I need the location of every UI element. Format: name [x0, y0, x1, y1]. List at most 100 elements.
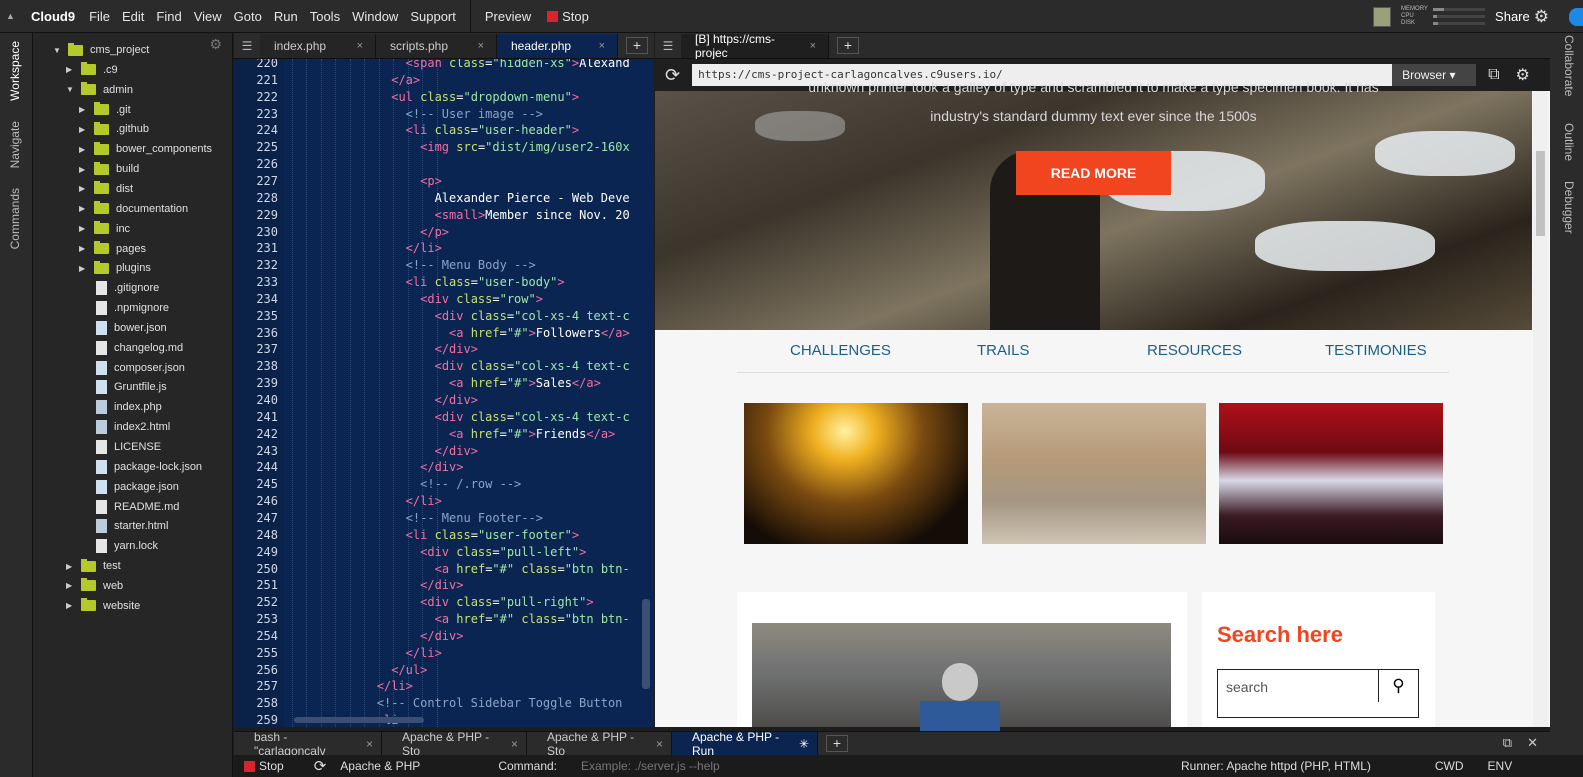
restart-icon[interactable]: ⟳ [314, 757, 327, 775]
collapse-icon[interactable]: ▲ [6, 11, 15, 21]
tab-workspace[interactable]: Workspace [8, 41, 22, 101]
close-icon[interactable]: × [511, 737, 518, 751]
tab-apache-stopped-1[interactable]: Apache & PHP - Sto × [382, 730, 527, 758]
tree-file[interactable]: Gruntfile.js [79, 377, 167, 397]
menu-window[interactable]: Window [346, 9, 404, 24]
scroll-thumb[interactable] [1536, 151, 1545, 236]
caret-down-icon[interactable]: ▼ [66, 85, 76, 94]
tree-folder[interactable]: ▶ web [66, 576, 123, 596]
caret-right-icon[interactable]: ▶ [79, 165, 89, 174]
close-icon[interactable]: × [810, 40, 816, 52]
tree-folder[interactable]: ▶ test [66, 556, 121, 576]
menu-find[interactable]: Find [150, 9, 187, 24]
menu-support[interactable]: Support [404, 9, 462, 24]
tree-folder[interactable]: ▼ admin [66, 80, 133, 100]
menu-edit[interactable]: Edit [116, 9, 150, 24]
code-editor[interactable]: 220 <span class="hidden-xs">Alexand 221 </a… [234, 59, 654, 727]
close-icon[interactable]: × [357, 40, 363, 52]
tree-file[interactable]: README.md [79, 497, 179, 517]
close-panel-icon[interactable]: ✕ [1527, 735, 1538, 751]
close-icon[interactable]: × [366, 737, 373, 751]
nav-testimonies[interactable]: TESTIMONIES [1325, 342, 1427, 359]
tab-debugger[interactable]: Debugger [1562, 181, 1576, 234]
tree-file[interactable]: package-lock.json [79, 457, 202, 477]
tree-file[interactable]: starter.html [79, 516, 168, 536]
tree-file[interactable]: changelog.md [79, 338, 183, 358]
tree-file[interactable]: yarn.lock [79, 536, 158, 556]
tab-commands[interactable]: Commands [8, 188, 22, 249]
tree-file[interactable]: index2.html [79, 417, 170, 437]
tree-folder[interactable]: ▶ .c9 [66, 60, 118, 80]
tree-folder[interactable]: ▶ build [79, 159, 139, 179]
tab-scripts-php[interactable]: scripts.php × [376, 34, 497, 58]
caret-right-icon[interactable]: ▶ [79, 204, 89, 213]
tree-folder[interactable]: ▶ documentation [79, 199, 188, 219]
close-icon[interactable]: × [478, 40, 484, 52]
new-tab-plus-icon[interactable]: + [837, 37, 859, 54]
tab-index-php[interactable]: index.php × [260, 34, 376, 58]
menu-goto[interactable]: Goto [228, 9, 268, 24]
new-terminal-plus-icon[interactable]: + [826, 735, 848, 752]
runner-stop-icon[interactable] [244, 760, 255, 772]
share-button[interactable]: Share [1495, 9, 1530, 24]
caret-right-icon[interactable]: ▶ [66, 581, 76, 590]
stop-button[interactable]: Stop [547, 9, 589, 24]
caret-right-icon[interactable]: ▶ [79, 105, 89, 114]
tree-folder[interactable]: ▶ .git [79, 100, 131, 120]
tab-list-icon[interactable]: ☰ [655, 34, 681, 58]
caret-right-icon[interactable]: ▶ [79, 244, 89, 253]
cwd-button[interactable]: CWD [1435, 759, 1464, 773]
tab-list-icon[interactable]: ☰ [234, 34, 260, 58]
resource-meters[interactable]: MEMORY CPU DISK [1401, 6, 1486, 27]
caret-right-icon[interactable]: ▶ [66, 601, 76, 610]
tree-file[interactable]: .gitignore [79, 278, 159, 298]
avatar[interactable] [1373, 6, 1392, 27]
caret-down-icon[interactable]: ▼ [53, 46, 63, 55]
tree-file[interactable]: composer.json [79, 358, 185, 378]
menu-file[interactable]: File [83, 9, 116, 24]
command-input[interactable]: Example: ./server.js --help [581, 759, 1181, 773]
tree-folder[interactable]: ▶ website [66, 596, 140, 616]
tree-folder[interactable]: ▶ dist [79, 179, 133, 199]
caret-right-icon[interactable]: ▶ [79, 264, 89, 273]
maximize-icon[interactable]: ⧉ [1503, 735, 1512, 751]
close-icon[interactable]: × [599, 40, 605, 52]
menu-view[interactable]: View [188, 9, 228, 24]
notification-badge-icon[interactable] [1569, 7, 1583, 26]
tab-navigate[interactable]: Navigate [8, 121, 22, 168]
caret-right-icon[interactable]: ▶ [79, 184, 89, 193]
settings-gear-icon[interactable]: ⚙ [1534, 7, 1549, 27]
new-tab-plus-icon[interactable]: + [626, 37, 648, 54]
tab-collaborate[interactable]: Collaborate [1562, 35, 1576, 96]
nav-trails[interactable]: TRAILS [977, 342, 1030, 359]
close-icon[interactable]: × [656, 737, 663, 751]
tab-apache-running[interactable]: Apache & PHP - Run ✳ [672, 730, 818, 758]
editor-vertical-scrollbar[interactable] [642, 599, 650, 689]
tab-header-php[interactable]: header.php × [497, 34, 618, 58]
tab-outline[interactable]: Outline [1562, 123, 1576, 161]
search-icon[interactable]: ⚲ [1378, 670, 1418, 702]
env-button[interactable]: ENV [1488, 759, 1513, 773]
tree-file[interactable]: package.json [79, 477, 179, 497]
tree-file[interactable]: bower.json [79, 318, 167, 338]
editor-horizontal-scrollbar[interactable] [294, 717, 424, 723]
caret-right-icon[interactable]: ▶ [66, 562, 76, 571]
tree-folder[interactable]: ▶ bower_components [79, 139, 212, 159]
tree-folder[interactable]: ▶ pages [79, 239, 146, 259]
tree-folder[interactable]: ▶ plugins [79, 258, 151, 278]
preview-button[interactable]: Preview [479, 9, 537, 24]
search-input[interactable]: search [1226, 679, 1268, 695]
nav-challenges[interactable]: CHALLENGES [790, 342, 891, 359]
tree-folder[interactable]: ▶ .github [79, 119, 149, 139]
tree-file[interactable]: .npmignore [79, 298, 169, 318]
menu-run[interactable]: Run [268, 9, 304, 24]
runner-select[interactable]: Runner: Apache httpd (PHP, HTML) [1181, 759, 1371, 773]
caret-right-icon[interactable]: ▶ [79, 145, 89, 154]
preview-scrollbar[interactable] [1533, 91, 1548, 727]
tree-file[interactable]: LICENSE [79, 437, 161, 457]
tab-bash[interactable]: bash - "carlagoncalv × [234, 730, 382, 758]
caret-right-icon[interactable]: ▶ [79, 125, 89, 134]
cloud9-menu[interactable]: Cloud9 [31, 9, 75, 24]
tree-folder[interactable]: ▼ cms_project [53, 40, 149, 60]
tree-file[interactable]: index.php [79, 397, 162, 417]
